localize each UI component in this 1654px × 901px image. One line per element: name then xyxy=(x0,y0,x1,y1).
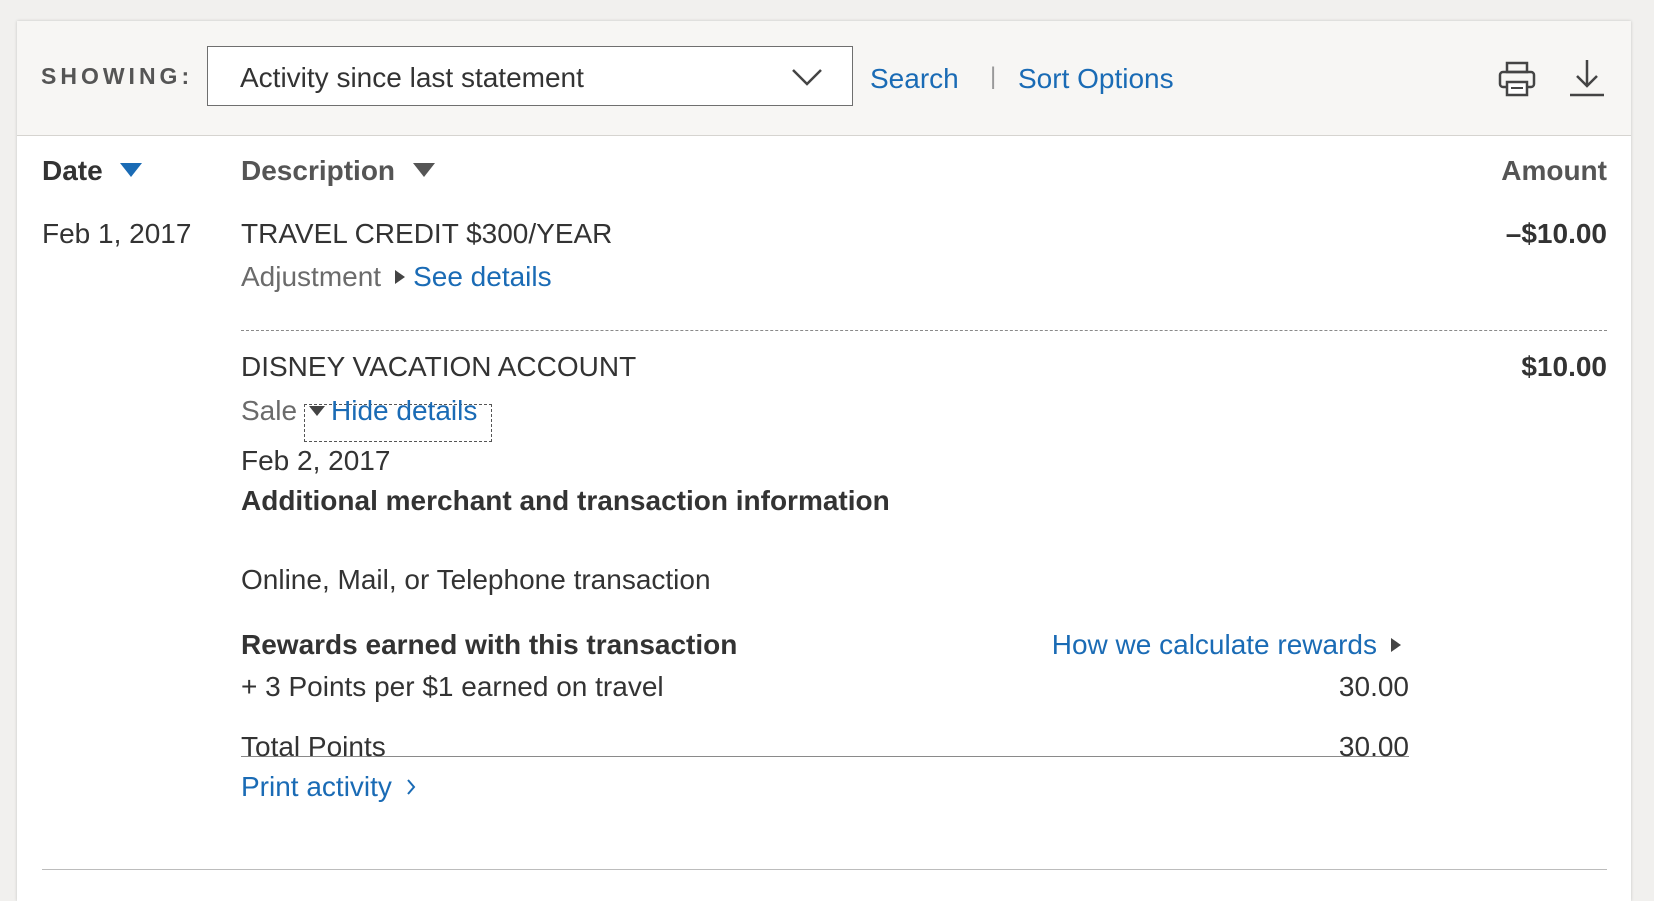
transaction-type-row: Adjustment See details xyxy=(241,261,552,293)
transaction-amount: $10.00 xyxy=(1521,351,1607,382)
showing-label: SHOWING: xyxy=(41,63,194,89)
transaction-type-row: Sale Hide details xyxy=(241,395,477,427)
activity-filter-select[interactable]: Activity since last statement xyxy=(207,46,853,106)
toolbar-separator: | xyxy=(990,63,997,90)
transaction-list-divider xyxy=(42,869,1607,870)
sort-arrow-icon xyxy=(120,162,143,177)
transaction-type: Sale xyxy=(241,395,298,426)
merchant-info-heading: Additional merchant and transaction info… xyxy=(241,485,890,516)
rewards-line-label: + 3 Points per $1 earned on travel xyxy=(241,671,664,702)
description-header-label: Description xyxy=(241,155,396,186)
how-we-calculate-rewards-label: How we calculate rewards xyxy=(1051,629,1377,660)
transaction-amount: –$10.00 xyxy=(1505,218,1607,249)
print-icon[interactable] xyxy=(1498,60,1536,98)
see-details-link[interactable]: See details xyxy=(413,261,552,292)
caret-right-icon xyxy=(395,269,406,284)
total-points-value: 30.00 xyxy=(1338,731,1409,762)
transaction-detail-date: Feb 2, 2017 xyxy=(241,445,391,476)
transaction-description: TRAVEL CREDIT $300/YEAR xyxy=(241,218,613,249)
search-link[interactable]: Search xyxy=(870,63,959,95)
chevron-right-icon xyxy=(406,778,416,795)
activity-filter-value: Activity since last statement xyxy=(240,62,584,93)
download-icon[interactable] xyxy=(1568,58,1606,98)
print-activity-link[interactable]: Print activity xyxy=(241,771,416,803)
transaction-description: DISNEY VACATION ACCOUNT xyxy=(241,351,637,382)
date-header-label: Date xyxy=(42,155,103,186)
caret-down-icon xyxy=(309,405,326,416)
activity-toolbar: SHOWING: Activity since last statement S… xyxy=(17,21,1631,136)
how-we-calculate-rewards-link[interactable]: How we calculate rewards xyxy=(1052,629,1409,661)
caret-right-icon xyxy=(1391,637,1401,652)
date-column-header[interactable]: Date xyxy=(42,155,143,187)
description-column-header[interactable]: Description xyxy=(241,155,435,187)
transaction-date: Feb 1, 2017 xyxy=(42,218,192,249)
transaction-channel: Online, Mail, or Telephone transaction xyxy=(241,564,711,595)
transaction-type: Adjustment xyxy=(241,261,382,292)
sort-options-link[interactable]: Sort Options xyxy=(1018,63,1174,95)
sort-arrow-icon xyxy=(412,162,435,177)
activity-card: SHOWING: Activity since last statement S… xyxy=(17,21,1631,901)
hide-details-link[interactable]: Hide details xyxy=(331,395,477,426)
chevron-down-icon xyxy=(792,69,822,86)
transaction-divider xyxy=(241,330,1607,331)
rewards-heading: Rewards earned with this transaction xyxy=(241,629,738,660)
rewards-line-value: 30.00 xyxy=(1338,671,1409,702)
rewards-total-divider xyxy=(241,756,1409,757)
total-points-label: Total Points xyxy=(241,731,386,762)
amount-column-header: Amount xyxy=(1501,155,1607,186)
print-activity-label: Print activity xyxy=(241,771,392,802)
